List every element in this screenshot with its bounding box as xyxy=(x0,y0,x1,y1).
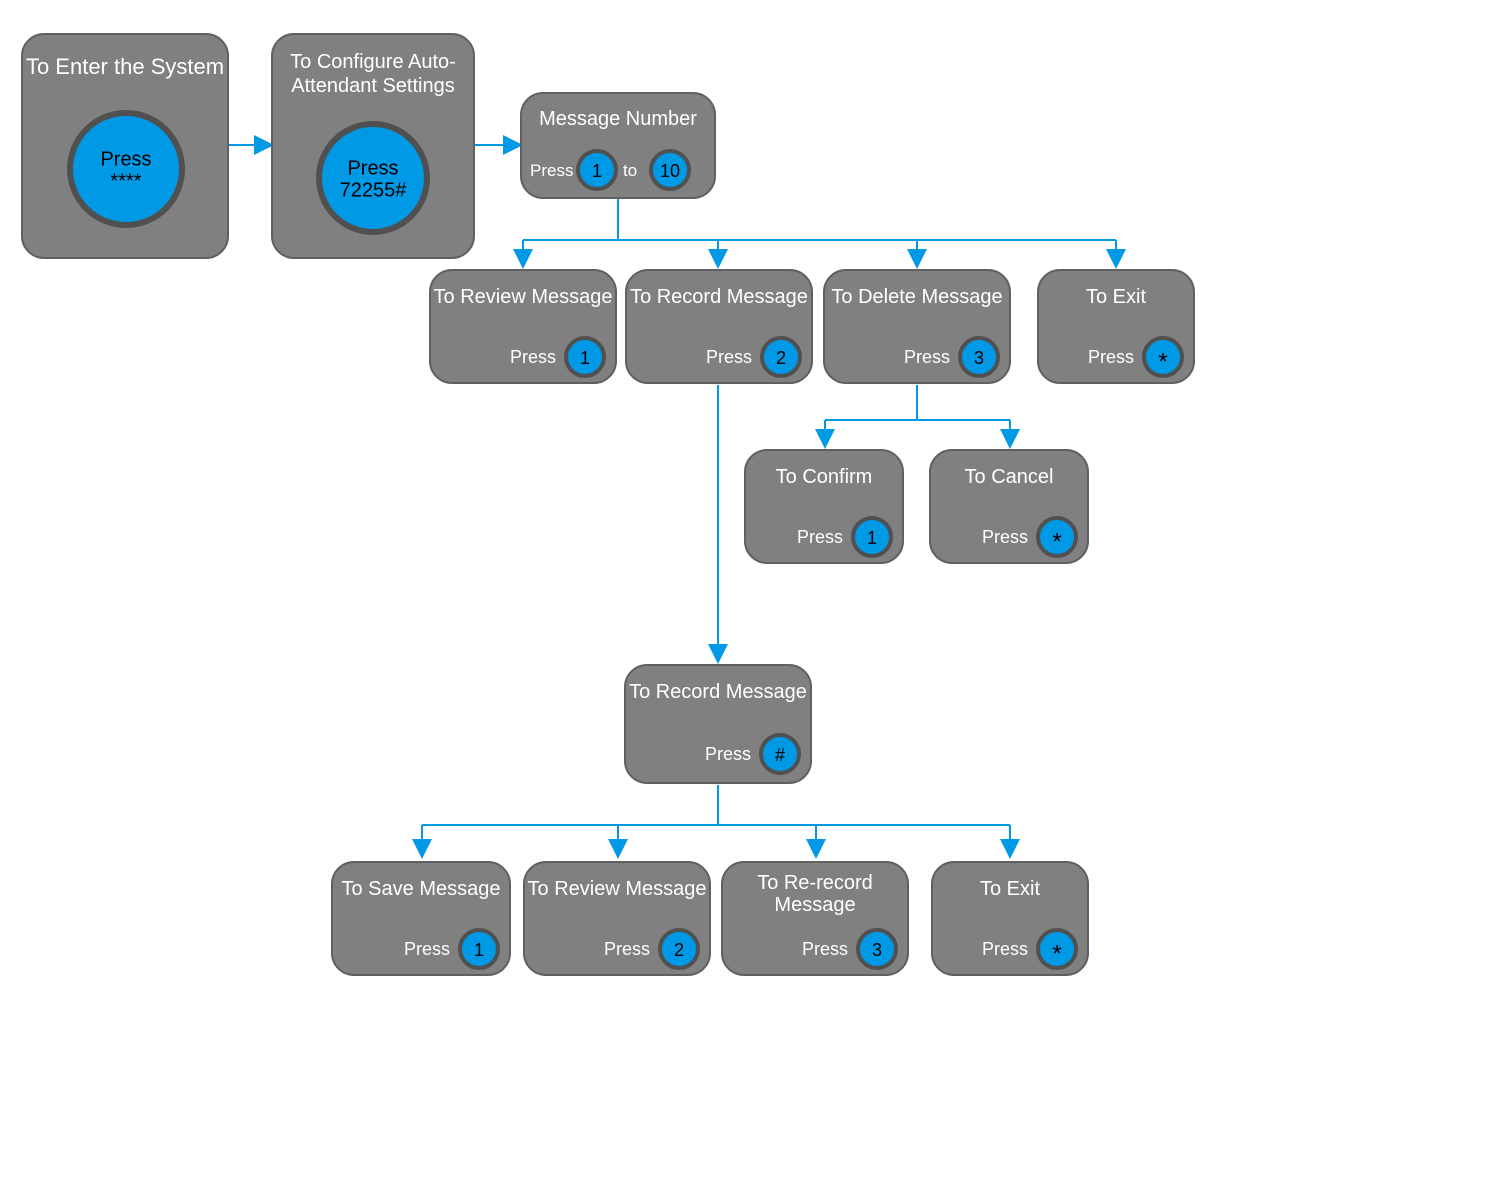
node-review-message: To Review Message Press 1 xyxy=(430,270,616,383)
node-review-message-2: To Review Message Press 2 xyxy=(524,862,710,975)
key-label: 2 xyxy=(776,348,786,368)
node-title: To Exit xyxy=(1086,286,1146,308)
node-enter-system: To Enter the System Press **** xyxy=(22,34,228,258)
press-label: Press xyxy=(1088,347,1134,367)
ivr-flowchart: To Enter the System Press **** To Config… xyxy=(0,0,1500,1196)
press-label: Press xyxy=(797,527,843,547)
node-message-number: Message Number Press 1 to 10 xyxy=(521,93,715,198)
node-title-line2: Message xyxy=(774,894,855,916)
press-label: Press xyxy=(604,939,650,959)
node-title: To Cancel xyxy=(965,466,1054,488)
to-label: to xyxy=(623,161,637,180)
key-label: 3 xyxy=(872,940,882,960)
node-record-message-2: To Record Message Press # xyxy=(625,665,811,783)
node-exit-1: To Exit Press * xyxy=(1038,270,1194,383)
node-title-line2: Attendant Settings xyxy=(291,75,454,97)
press-label: Press xyxy=(904,347,950,367)
key-1: 1 xyxy=(592,161,602,181)
press-label: Press xyxy=(802,939,848,959)
press-label: Press xyxy=(100,148,151,170)
key-label: 1 xyxy=(580,348,590,368)
press-label: Press xyxy=(404,939,450,959)
press-label: Press xyxy=(706,347,752,367)
node-save-message: To Save Message Press 1 xyxy=(332,862,510,975)
node-title: To Review Message xyxy=(434,286,613,308)
node-cancel: To Cancel Press * xyxy=(930,450,1088,563)
key-label: 1 xyxy=(867,528,877,548)
press-label: Press xyxy=(982,527,1028,547)
node-delete-message: To Delete Message Press 3 xyxy=(824,270,1010,383)
key-label: 3 xyxy=(974,348,984,368)
node-title: To Exit xyxy=(980,878,1040,900)
key-label: **** xyxy=(110,170,141,192)
key-label: 72255# xyxy=(340,179,408,201)
node-record-message: To Record Message Press 2 xyxy=(626,270,812,383)
key-label: * xyxy=(1052,528,1061,555)
node-title: To Save Message xyxy=(342,878,501,900)
press-label: Press xyxy=(705,744,751,764)
node-title: To Record Message xyxy=(629,681,807,703)
key-label: * xyxy=(1158,348,1167,375)
press-label: Press xyxy=(510,347,556,367)
node-configure-auto-attendant: To Configure Auto- Attendant Settings Pr… xyxy=(272,34,474,258)
node-title: To Review Message xyxy=(528,878,707,900)
press-label: Press xyxy=(347,157,398,179)
node-title: To Record Message xyxy=(630,286,808,308)
node-title-line1: To Re-record xyxy=(757,872,873,894)
key-label: * xyxy=(1052,940,1061,967)
node-exit-2: To Exit Press * xyxy=(932,862,1088,975)
node-title: Message Number xyxy=(539,108,697,130)
press-label: Press xyxy=(982,939,1028,959)
node-confirm: To Confirm Press 1 xyxy=(745,450,903,563)
press-label: Press xyxy=(530,161,573,180)
node-rerecord-message: To Re-record Message Press 3 xyxy=(722,862,908,975)
key-label: # xyxy=(775,745,785,765)
node-title: To Confirm xyxy=(776,466,873,488)
key-label: 2 xyxy=(674,940,684,960)
key-10: 10 xyxy=(660,161,680,181)
node-title: To Enter the System xyxy=(26,54,224,79)
key-label: 1 xyxy=(474,940,484,960)
node-title: To Delete Message xyxy=(831,286,1002,308)
node-title-line1: To Configure Auto- xyxy=(290,51,456,73)
